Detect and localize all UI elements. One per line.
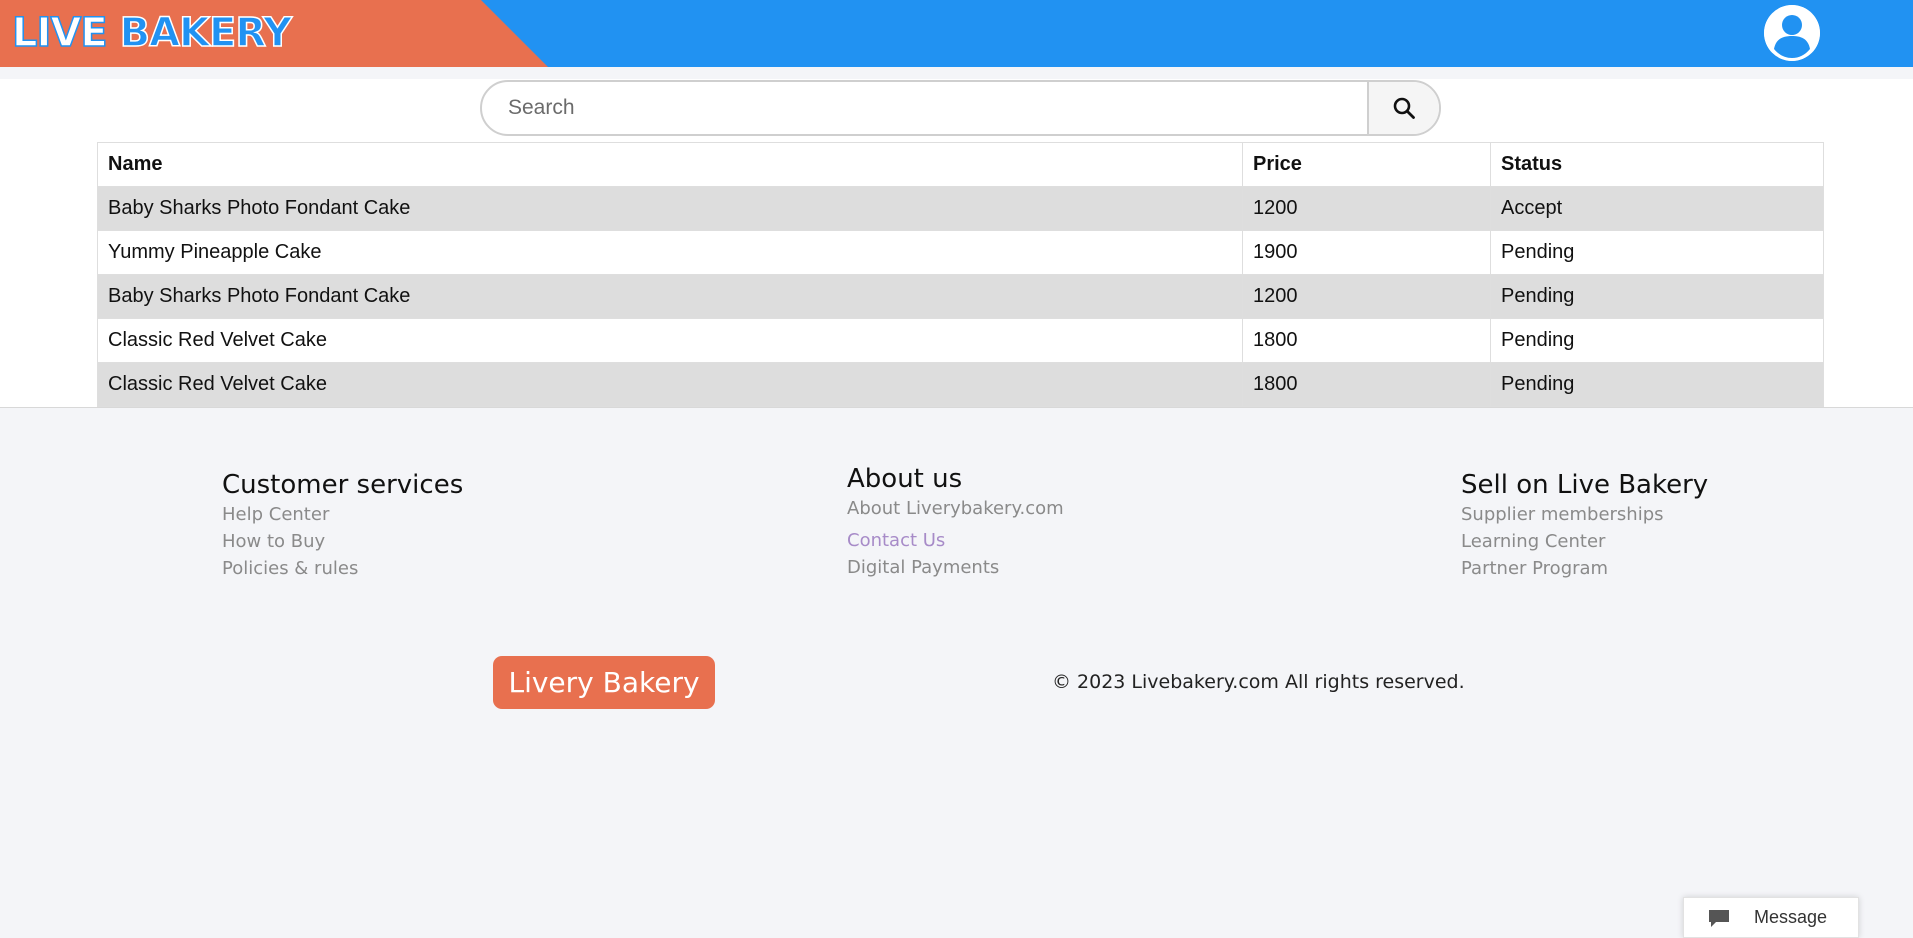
footer-link-contact-us[interactable]: Contact Us xyxy=(847,527,1064,554)
cell-name: Baby Sharks Photo Fondant Cake xyxy=(97,274,1243,319)
footer-link-partner-program[interactable]: Partner Program xyxy=(1461,555,1708,582)
cell-price: 1900 xyxy=(1242,230,1491,275)
footer-link-digital-payments[interactable]: Digital Payments xyxy=(847,554,1064,581)
message-widget-button[interactable]: Message xyxy=(1683,897,1859,938)
column-header-status[interactable]: Status xyxy=(1490,142,1824,187)
search-bar xyxy=(480,80,1441,136)
footer-link-help-center[interactable]: Help Center xyxy=(222,501,463,528)
message-label: Message xyxy=(1754,907,1828,927)
footer-sell: Sell on Live Bakery Supplier memberships… xyxy=(1461,469,1708,582)
footer-link-learning-center[interactable]: Learning Center xyxy=(1461,528,1708,555)
cell-name: Classic Red Velvet Cake xyxy=(97,362,1243,407)
table-row[interactable]: Baby Sharks Photo Fondant Cake 1200 Acce… xyxy=(97,186,1824,231)
footer-heading-about-us: About us xyxy=(847,464,963,494)
site-logo[interactable]: LIVE BAKERY xyxy=(11,9,293,57)
user-avatar-button[interactable] xyxy=(1764,5,1820,61)
chat-bubble-icon xyxy=(1708,908,1730,928)
cell-status: Pending xyxy=(1490,318,1824,363)
cell-status: Pending xyxy=(1490,274,1824,319)
cell-price: 1200 xyxy=(1242,186,1491,231)
cell-price: 1200 xyxy=(1242,274,1491,319)
search-icon xyxy=(1393,97,1415,119)
table-row[interactable]: Baby Sharks Photo Fondant Cake 1200 Pend… xyxy=(97,274,1824,319)
top-header: LIVE BAKERY xyxy=(0,0,1913,67)
footer-heading-sell: Sell on Live Bakery xyxy=(1461,470,1709,500)
cell-status: Pending xyxy=(1490,362,1824,407)
footer-link-supplier-memberships[interactable]: Supplier memberships xyxy=(1461,501,1708,528)
livery-bakery-button[interactable]: Livery Bakery xyxy=(493,656,715,709)
site-footer: Customer services Help Center How to Buy… xyxy=(0,407,1913,938)
cell-price: 1800 xyxy=(1242,318,1491,363)
column-header-name[interactable]: Name xyxy=(97,142,1243,187)
cell-name: Baby Sharks Photo Fondant Cake xyxy=(97,186,1243,231)
logo-word-bakery: BAKERY xyxy=(119,9,293,57)
footer-link-policies[interactable]: Policies & rules xyxy=(222,555,463,582)
header-subbar xyxy=(0,67,1913,79)
footer-customer-services: Customer services Help Center How to Buy… xyxy=(222,469,463,582)
cell-status: Accept xyxy=(1490,186,1824,231)
logo-word-live: LIVE xyxy=(11,9,108,57)
logo-banner: LIVE BAKERY xyxy=(0,0,548,67)
column-header-price[interactable]: Price xyxy=(1242,142,1491,187)
table-row[interactable]: Classic Red Velvet Cake 1800 Pending xyxy=(97,362,1824,407)
footer-about-us: About us About Liverybakery.com Contact … xyxy=(847,463,1064,581)
table-row[interactable]: Yummy Pineapple Cake 1900 Pending xyxy=(97,230,1824,275)
table-header-row: Name Price Status xyxy=(97,142,1824,187)
cell-status: Pending xyxy=(1490,230,1824,275)
footer-link-how-to-buy[interactable]: How to Buy xyxy=(222,528,463,555)
search-button[interactable] xyxy=(1367,82,1439,134)
table-row[interactable]: Classic Red Velvet Cake 1800 Pending xyxy=(97,318,1824,363)
orders-table: Name Price Status Baby Sharks Photo Fond… xyxy=(97,142,1824,407)
footer-heading-customer-services: Customer services xyxy=(222,470,464,500)
footer-link-about-liverybakery[interactable]: About Liverybakery.com xyxy=(847,495,1064,522)
cell-name: Yummy Pineapple Cake xyxy=(97,230,1243,275)
cell-name: Classic Red Velvet Cake xyxy=(97,318,1243,363)
user-circle-icon xyxy=(1764,5,1820,61)
search-input[interactable] xyxy=(482,82,1366,134)
copyright-text: © 2023 Livebakery.com All rights reserve… xyxy=(1052,671,1465,693)
cell-price: 1800 xyxy=(1242,362,1491,407)
